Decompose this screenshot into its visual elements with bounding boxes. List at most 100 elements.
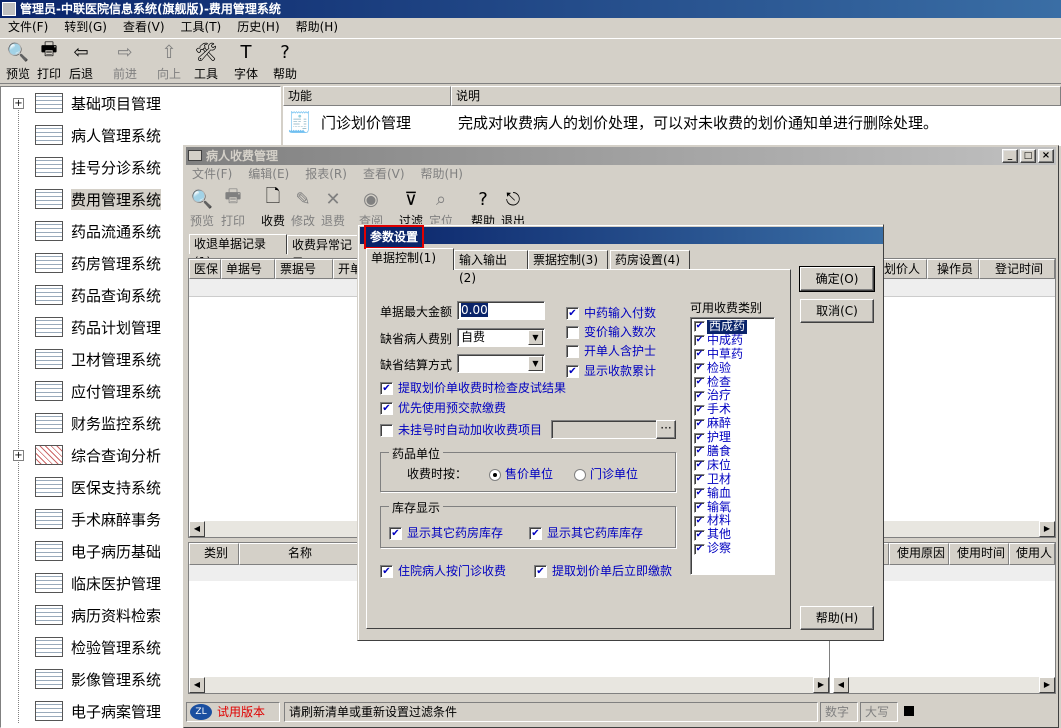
- tree-item[interactable]: 影像管理系统: [13, 663, 161, 695]
- scroll-left-icon[interactable]: ◀: [833, 677, 849, 693]
- toolbar-button[interactable]: 🖶 打印: [34, 39, 64, 82]
- list-item[interactable]: ✔ 检查: [694, 375, 774, 390]
- tree-item[interactable]: 电子病历基础: [13, 535, 161, 567]
- menu-item[interactable]: 查看(V): [355, 165, 413, 183]
- function-name[interactable]: 门诊划价管理: [321, 112, 411, 133]
- list-item[interactable]: ✔ 治疗: [694, 389, 774, 403]
- inpatient-clinic-checkbox[interactable]: ✔ 住院病人按门诊收费: [380, 562, 506, 579]
- tree-item[interactable]: 应付管理系统: [13, 375, 161, 407]
- retail-unit-radio[interactable]: 售价单位: [489, 465, 553, 482]
- list-item[interactable]: ✔ 手术: [694, 402, 774, 417]
- pay-after-extract-checkbox[interactable]: ✔ 提取划价单后立即缴款: [534, 562, 672, 579]
- column-header[interactable]: 操作员: [927, 259, 979, 279]
- menu-item[interactable]: 帮助(H): [413, 165, 471, 183]
- ok-button[interactable]: 确定(O): [799, 266, 875, 292]
- toolbar-button[interactable]: ⇧ 向上: [154, 41, 184, 82]
- col-desc-header[interactable]: 说明: [451, 86, 1061, 106]
- menu-item[interactable]: 转到(G): [56, 18, 115, 36]
- toolbar-button[interactable]: ⇨ 前进: [110, 41, 140, 82]
- tree-item[interactable]: 检验管理系统: [13, 631, 161, 663]
- column-header[interactable]: 使用时间: [949, 543, 1009, 565]
- column-header[interactable]: 使用人: [1009, 543, 1055, 565]
- scroll-left-icon[interactable]: ◀: [189, 677, 205, 693]
- other-pharmacy-stock-check[interactable]: ✔ 显示其它药房库存: [389, 524, 503, 541]
- toolbar-button[interactable]: 🛠 工具: [191, 41, 221, 82]
- option-checkbox[interactable]: 开单人含护士: [566, 342, 656, 359]
- other-warehouse-stock-check[interactable]: ✔ 显示其它药库库存: [529, 524, 643, 541]
- tree-item[interactable]: 病人管理系统: [13, 119, 161, 151]
- list-item[interactable]: ✔ 检验: [694, 361, 774, 376]
- tree-item[interactable]: + 综合查询分析: [13, 439, 161, 471]
- chevron-down-icon[interactable]: ▼: [528, 356, 543, 371]
- toolbar-button[interactable]: ? 帮助: [468, 188, 498, 229]
- list-item[interactable]: ✔ 中草药: [694, 347, 774, 362]
- maximize-button[interactable]: □: [1020, 149, 1036, 163]
- scroll-right-icon[interactable]: ▶: [1039, 677, 1055, 693]
- clinic-unit-radio[interactable]: 门诊单位: [574, 465, 638, 482]
- list-item[interactable]: ✔ 材料: [694, 514, 774, 528]
- toolbar-button[interactable]: 🔍 预览: [187, 188, 217, 229]
- col-function-header[interactable]: 功能: [283, 86, 451, 106]
- list-item[interactable]: ✔ 膳食: [694, 444, 774, 459]
- scroll-right-icon[interactable]: ▶: [1039, 521, 1055, 537]
- toolbar-button[interactable]: ? 帮助: [270, 41, 300, 82]
- auto-charge-item-input[interactable]: [551, 420, 657, 439]
- menu-item[interactable]: 工具(T): [173, 18, 230, 36]
- tree-item[interactable]: 财务监控系统: [13, 407, 161, 439]
- menu-item[interactable]: 文件(F): [0, 18, 56, 36]
- list-item[interactable]: ✔ 护理: [694, 430, 774, 445]
- tab-document-control[interactable]: 单据控制(1): [366, 248, 454, 270]
- scroll-right-icon[interactable]: ▶: [813, 677, 829, 693]
- tree-item[interactable]: 药品查询系统: [13, 279, 161, 311]
- option-checkbox[interactable]: 变价输入数次: [566, 323, 656, 340]
- list-item[interactable]: ✔ 诊察: [694, 541, 774, 556]
- toolbar-button[interactable]: ⇦ 后退: [66, 41, 96, 82]
- toolbar-button[interactable]: T 字体: [231, 41, 261, 82]
- option-checkbox[interactable]: ✔ 显示收款累计: [566, 362, 656, 379]
- column-header[interactable]: 票据号: [275, 259, 333, 279]
- help-button[interactable]: 帮助(H): [800, 606, 874, 630]
- list-item[interactable]: ✔ 输氧: [694, 500, 774, 515]
- chevron-down-icon[interactable]: ▼: [528, 330, 543, 345]
- list-item[interactable]: ✔ 中成药: [694, 333, 774, 348]
- expand-icon[interactable]: +: [13, 449, 24, 461]
- tree-item[interactable]: 手术麻醉事务: [13, 503, 161, 535]
- default-settle-select[interactable]: ▼: [457, 354, 545, 373]
- list-item[interactable]: ✔ 输血: [694, 486, 774, 501]
- menu-item[interactable]: 帮助(H): [288, 18, 346, 36]
- list-item[interactable]: ✔ 麻醉: [694, 416, 774, 431]
- menu-item[interactable]: 文件(F): [184, 165, 240, 183]
- ellipsis-button[interactable]: ···: [656, 420, 676, 439]
- tree-item[interactable]: 挂号分诊系统: [13, 151, 161, 183]
- option-checkbox[interactable]: ✔ 提取划价单收费时检查皮试结果: [380, 379, 566, 396]
- column-header[interactable]: 医保: [189, 259, 221, 279]
- tree-item[interactable]: 费用管理系统: [13, 183, 162, 215]
- column-header[interactable]: 使用原因: [889, 543, 949, 565]
- tree-item[interactable]: 电子病案管理: [13, 695, 161, 727]
- list-item[interactable]: ✔ 床位: [694, 458, 774, 473]
- close-button[interactable]: ×: [1038, 149, 1054, 163]
- tree-item[interactable]: 病历资料检索: [13, 599, 161, 631]
- menu-item[interactable]: 报表(R): [297, 165, 355, 183]
- toolbar-button[interactable]: 🔍 预览: [3, 41, 33, 82]
- option-checkbox[interactable]: ✔ 优先使用预交款缴费: [380, 399, 506, 416]
- toolbar-button[interactable]: ✎ 修改: [288, 188, 318, 229]
- toolbar-button[interactable]: ✕ 退费: [318, 188, 348, 229]
- expand-icon[interactable]: +: [13, 97, 24, 109]
- tab-io[interactable]: 输入输出(2): [454, 250, 528, 285]
- tree-item[interactable]: 药品计划管理: [13, 311, 161, 343]
- toolbar-button[interactable]: ⊽ 过滤: [396, 188, 426, 229]
- horizontal-scrollbar[interactable]: ◀ ▶: [833, 677, 1055, 693]
- minimize-button[interactable]: _: [1002, 149, 1018, 163]
- tree-item[interactable]: 药品流通系统: [13, 215, 161, 247]
- scroll-left-icon[interactable]: ◀: [189, 521, 205, 537]
- toolbar-button[interactable]: 🗋 收费: [258, 186, 288, 229]
- horizontal-scrollbar[interactable]: ◀ ▶: [189, 677, 829, 693]
- default-fee-select[interactable]: 自费 ▼: [457, 328, 545, 347]
- cancel-button[interactable]: 取消(C): [800, 299, 874, 323]
- list-item[interactable]: ✔ 西成药: [694, 319, 774, 334]
- toolbar-button[interactable]: ⌕ 定位: [426, 188, 456, 229]
- list-item[interactable]: ✔ 其他: [694, 527, 774, 542]
- option-checkbox[interactable]: ✔ 中药输入付数: [566, 304, 656, 321]
- tree-item[interactable]: + 基础项目管理: [13, 87, 161, 119]
